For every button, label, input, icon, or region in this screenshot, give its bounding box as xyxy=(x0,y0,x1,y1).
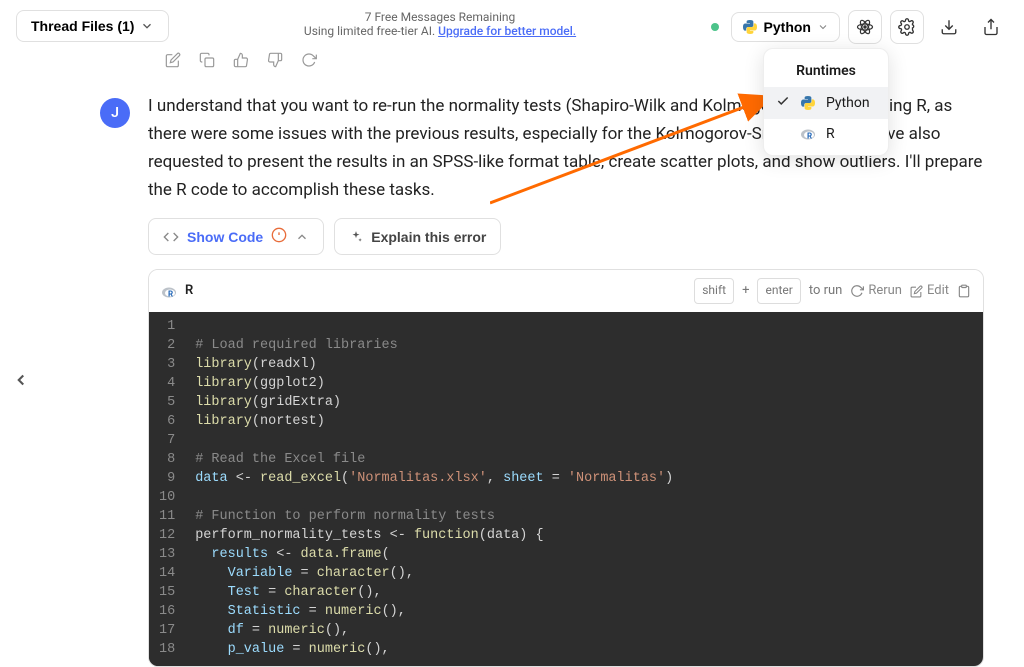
refresh-icon[interactable] xyxy=(301,52,317,72)
svg-text:R: R xyxy=(807,132,812,141)
chevron-down-icon xyxy=(140,19,154,33)
to-run-label: to run xyxy=(809,280,843,301)
free-messages-count: 7 Free Messages Remaining xyxy=(169,10,710,24)
warning-icon xyxy=(271,227,287,246)
copy-icon[interactable] xyxy=(199,52,215,72)
python-icon xyxy=(742,19,758,35)
python-icon xyxy=(800,95,816,111)
kbd-shift: shift xyxy=(694,278,734,304)
atom-button[interactable] xyxy=(848,10,882,44)
thumbs-down-icon[interactable] xyxy=(267,52,283,72)
thread-files-label: Thread Files (1) xyxy=(31,18,134,34)
edit-icon[interactable] xyxy=(165,52,181,72)
pencil-icon xyxy=(910,285,923,298)
thread-files-button[interactable]: Thread Files (1) xyxy=(16,10,169,42)
thumbs-up-icon[interactable] xyxy=(233,52,249,72)
chevron-left-icon xyxy=(12,371,30,389)
r-icon: R xyxy=(800,126,816,142)
rerun-icon xyxy=(850,284,864,298)
chevron-up-icon xyxy=(295,230,309,244)
avatar: J xyxy=(100,98,130,128)
download-button[interactable] xyxy=(932,10,966,44)
avatar-letter: J xyxy=(111,105,119,121)
r-icon: R xyxy=(161,283,177,299)
back-chevron[interactable] xyxy=(12,370,30,394)
edit-code-button[interactable]: Edit xyxy=(910,280,949,301)
code-block: R R shift + enter to run Rerun Edit xyxy=(148,269,984,667)
free-tier-notice: 7 Free Messages Remaining Using limited … xyxy=(169,10,710,38)
chevron-down-icon xyxy=(817,21,829,33)
sparkle-icon xyxy=(349,230,363,244)
runtimes-dropdown-header: Runtimes xyxy=(764,55,888,87)
code-icon xyxy=(163,229,179,245)
svg-text:R: R xyxy=(168,290,173,299)
gear-icon xyxy=(898,18,916,36)
line-gutter: 123456789101112131415161718 xyxy=(149,312,185,666)
show-code-label: Show Code xyxy=(187,229,263,245)
runtime-selector-button[interactable]: Python xyxy=(731,12,840,42)
runtime-item-label: R xyxy=(826,126,835,142)
runtime-label: Python xyxy=(764,19,811,35)
check-icon xyxy=(776,94,790,112)
upgrade-link[interactable]: Upgrade for better model. xyxy=(438,24,576,38)
runtime-item-label: Python xyxy=(826,95,870,111)
runtime-item-r[interactable]: R R xyxy=(764,119,888,149)
clipboard-icon xyxy=(957,284,971,298)
show-code-button[interactable]: Show Code xyxy=(148,218,324,255)
status-indicator-dot xyxy=(711,23,719,31)
runtimes-dropdown: Runtimes Python R R xyxy=(763,48,889,156)
settings-button[interactable] xyxy=(890,10,924,44)
code-content: # Load required librarieslibrary(readxl)… xyxy=(185,312,983,666)
rerun-button[interactable]: Rerun xyxy=(850,280,902,301)
atom-icon xyxy=(856,18,874,36)
kbd-plus: + xyxy=(742,280,749,301)
share-icon xyxy=(982,18,1000,36)
kbd-enter: enter xyxy=(757,278,800,304)
copy-code-button[interactable] xyxy=(957,284,971,298)
code-editor[interactable]: 123456789101112131415161718 # Load requi… xyxy=(149,312,983,666)
free-tier-text: Using limited free-tier AI. xyxy=(304,24,438,38)
code-lang-label: R xyxy=(185,280,193,301)
explain-error-label: Explain this error xyxy=(371,229,486,245)
share-button[interactable] xyxy=(974,10,1008,44)
download-icon xyxy=(940,18,958,36)
explain-error-button[interactable]: Explain this error xyxy=(334,218,501,255)
runtime-item-python[interactable]: Python xyxy=(764,87,888,119)
